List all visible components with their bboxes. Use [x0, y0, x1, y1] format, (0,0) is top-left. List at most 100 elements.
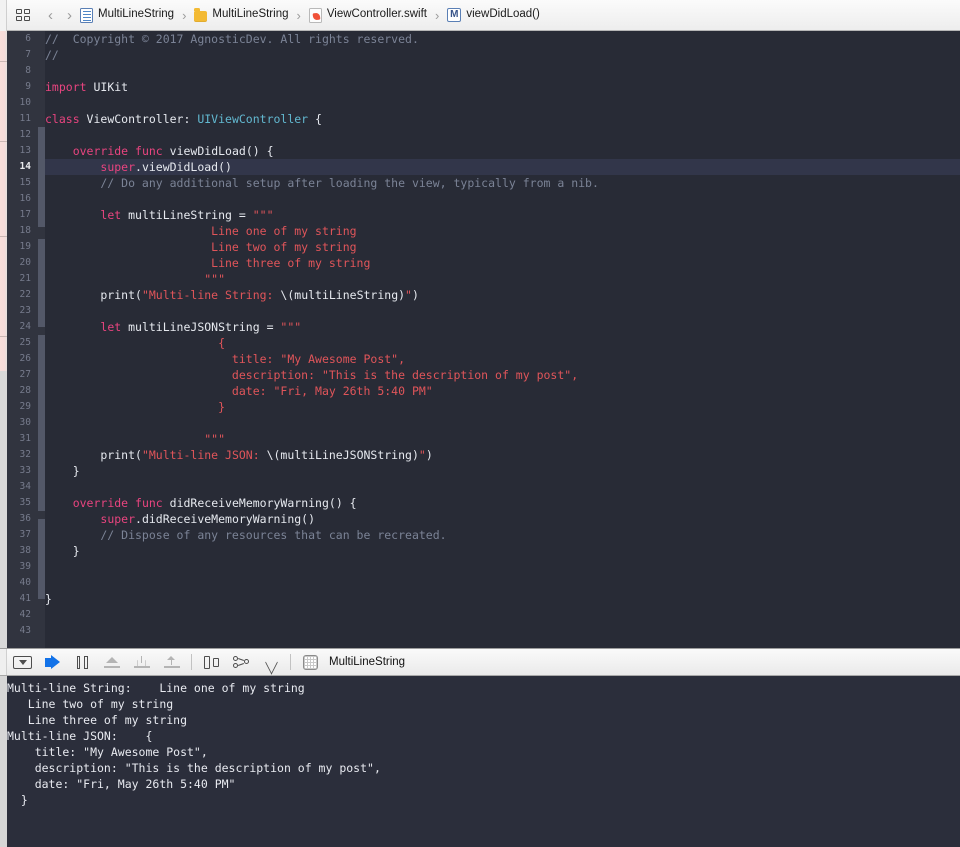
- code-line[interactable]: [45, 95, 960, 111]
- source-editor[interactable]: 6 7 8 9 10 11 12 13 14 15 16 17 18 19 20 21 22 23 24 25 26 27…: [0, 31, 960, 648]
- simulate-location-button[interactable]: [256, 649, 286, 675]
- step-out-button[interactable]: [157, 649, 187, 675]
- code-token: }: [45, 592, 52, 606]
- line-number-gutter[interactable]: 6 7 8 9 10 11 12 13 14 15 16 17 18 19 20 21 22 23 24 25 26 27…: [7, 31, 38, 648]
- related-items-icon[interactable]: [15, 8, 32, 22]
- code-line[interactable]: }: [45, 399, 960, 415]
- code-line[interactable]: //: [45, 47, 960, 63]
- code-line[interactable]: date: "Fri, May 26th 5:40 PM": [45, 383, 960, 399]
- code-line[interactable]: description: "This is the description of…: [45, 367, 960, 383]
- line-number[interactable]: 33: [7, 463, 38, 479]
- code-line[interactable]: Line one of my string: [45, 223, 960, 239]
- code-line[interactable]: class ViewController: UIViewController {: [45, 111, 960, 127]
- line-number[interactable]: 32: [7, 447, 38, 463]
- code-line[interactable]: print("Multi-line String: \(multiLineStr…: [45, 287, 960, 303]
- line-number[interactable]: 16: [7, 191, 38, 207]
- line-number[interactable]: 15: [7, 175, 38, 191]
- line-number[interactable]: 24: [7, 319, 38, 335]
- code-line[interactable]: override func viewDidLoad() {: [45, 143, 960, 159]
- code-token: class: [45, 112, 80, 126]
- line-number[interactable]: 28: [7, 383, 38, 399]
- code-line[interactable]: title: "My Awesome Post",: [45, 351, 960, 367]
- code-line[interactable]: }: [45, 543, 960, 559]
- line-number[interactable]: 8: [7, 63, 38, 79]
- code-token: super: [100, 160, 136, 174]
- line-number[interactable]: 41: [7, 591, 38, 607]
- line-number[interactable]: 42: [7, 607, 38, 623]
- code-line[interactable]: import UIKit: [45, 79, 960, 95]
- line-number[interactable]: 26: [7, 351, 38, 367]
- breadcrumb-item-project[interactable]: MultiLineString: [79, 3, 175, 27]
- code-line[interactable]: [45, 303, 960, 319]
- code-line[interactable]: [45, 479, 960, 495]
- code-line[interactable]: // Copyright © 2017 AgnosticDev. All rig…: [45, 31, 960, 47]
- scheme-icon-button[interactable]: [295, 649, 325, 675]
- code-line[interactable]: [45, 559, 960, 575]
- line-number[interactable]: 37: [7, 527, 38, 543]
- breadcrumb-item-symbol[interactable]: M viewDidLoad(): [446, 3, 541, 27]
- code-line[interactable]: [45, 607, 960, 623]
- code-line[interactable]: }: [45, 463, 960, 479]
- line-number[interactable]: 43: [7, 623, 38, 639]
- line-number[interactable]: 18: [7, 223, 38, 239]
- line-number[interactable]: 40: [7, 575, 38, 591]
- forward-button[interactable]: ›: [60, 8, 79, 23]
- breadcrumb-item-file[interactable]: ViewController.swift: [308, 3, 428, 27]
- code-content[interactable]: // Copyright © 2017 AgnosticDev. All rig…: [45, 31, 960, 648]
- breadcrumb-item-group[interactable]: MultiLineString: [193, 3, 289, 27]
- step-over-button[interactable]: [97, 649, 127, 675]
- line-number[interactable]: 31: [7, 431, 38, 447]
- line-number[interactable]: 12: [7, 127, 38, 143]
- line-number[interactable]: 27: [7, 367, 38, 383]
- code-line[interactable]: [45, 127, 960, 143]
- line-number[interactable]: 34: [7, 479, 38, 495]
- line-number[interactable]: 14: [7, 159, 38, 175]
- console-output-pane[interactable]: Multi-line String: Line one of my string…: [0, 676, 960, 847]
- back-button[interactable]: ‹: [41, 8, 60, 23]
- line-number[interactable]: 20: [7, 255, 38, 271]
- line-number[interactable]: 35: [7, 495, 38, 511]
- code-line[interactable]: [45, 191, 960, 207]
- line-number[interactable]: 38: [7, 543, 38, 559]
- line-number[interactable]: 6: [7, 31, 38, 47]
- line-number[interactable]: 19: [7, 239, 38, 255]
- code-line[interactable]: // Dispose of any resources that can be …: [45, 527, 960, 543]
- hide-debug-area-button[interactable]: [7, 649, 37, 675]
- line-number[interactable]: 36: [7, 511, 38, 527]
- code-line[interactable]: super.didReceiveMemoryWarning(): [45, 511, 960, 527]
- line-number[interactable]: 13: [7, 143, 38, 159]
- line-number[interactable]: 30: [7, 415, 38, 431]
- line-number[interactable]: 25: [7, 335, 38, 351]
- code-line[interactable]: """: [45, 271, 960, 287]
- pause-button[interactable]: [67, 649, 97, 675]
- line-number[interactable]: 29: [7, 399, 38, 415]
- line-number[interactable]: 21: [7, 271, 38, 287]
- code-line[interactable]: Line two of my string: [45, 239, 960, 255]
- code-line[interactable]: // Do any additional setup after loading…: [45, 175, 960, 191]
- code-line[interactable]: """: [45, 431, 960, 447]
- continue-button[interactable]: [37, 649, 67, 675]
- code-line[interactable]: let multiLineJSONString = """: [45, 319, 960, 335]
- view-debugging-button[interactable]: [196, 649, 226, 675]
- memory-graph-button[interactable]: [226, 649, 256, 675]
- step-into-button[interactable]: [127, 649, 157, 675]
- code-line[interactable]: super.viewDidLoad(): [45, 159, 960, 175]
- code-line[interactable]: [45, 415, 960, 431]
- code-line[interactable]: [45, 63, 960, 79]
- code-line[interactable]: let multiLineString = """: [45, 207, 960, 223]
- line-number[interactable]: 7: [7, 47, 38, 63]
- code-line[interactable]: print("Multi-line JSON: \(multiLineJSONS…: [45, 447, 960, 463]
- code-line[interactable]: [45, 623, 960, 639]
- code-line[interactable]: [45, 575, 960, 591]
- line-number[interactable]: 9: [7, 79, 38, 95]
- code-line[interactable]: override func didReceiveMemoryWarning() …: [45, 495, 960, 511]
- line-number[interactable]: 11: [7, 111, 38, 127]
- code-line[interactable]: {: [45, 335, 960, 351]
- line-number[interactable]: 39: [7, 559, 38, 575]
- line-number[interactable]: 10: [7, 95, 38, 111]
- line-number[interactable]: 23: [7, 303, 38, 319]
- line-number[interactable]: 22: [7, 287, 38, 303]
- code-line[interactable]: }: [45, 591, 960, 607]
- line-number[interactable]: 17: [7, 207, 38, 223]
- code-line[interactable]: Line three of my string: [45, 255, 960, 271]
